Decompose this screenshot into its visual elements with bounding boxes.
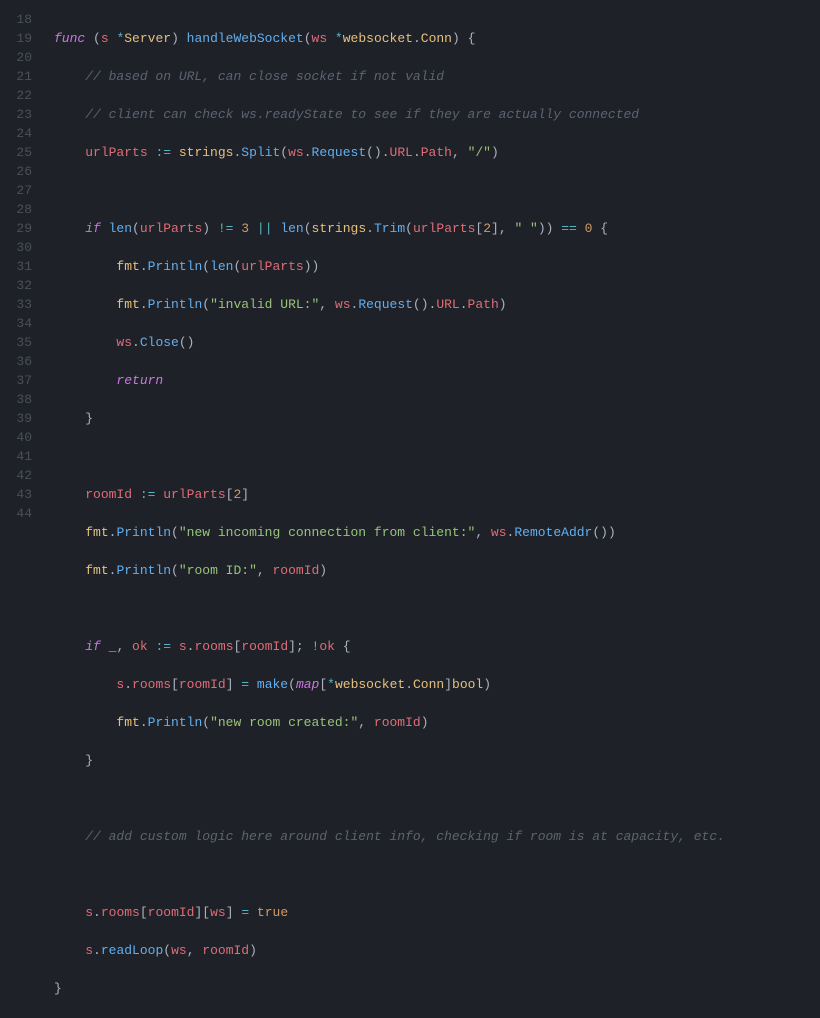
code-line bbox=[54, 865, 820, 884]
code-editor[interactable]: 1819202122232425262728293031323334353637… bbox=[0, 10, 820, 1018]
code-line bbox=[54, 181, 820, 200]
line-number: 32 bbox=[0, 276, 32, 295]
line-number: 20 bbox=[0, 48, 32, 67]
code-line: if _, ok := s.rooms[roomId]; !ok { bbox=[54, 637, 820, 656]
code-line: if len(urlParts) != 3 || len(strings.Tri… bbox=[54, 219, 820, 238]
line-number: 27 bbox=[0, 181, 32, 200]
line-number: 29 bbox=[0, 219, 32, 238]
line-number: 42 bbox=[0, 466, 32, 485]
code-line: s.readLoop(ws, roomId) bbox=[54, 941, 820, 960]
code-line: } bbox=[54, 979, 820, 998]
code-line: func (s *Server) handleWebSocket(ws *web… bbox=[54, 29, 820, 48]
code-line: // based on URL, can close socket if not… bbox=[54, 67, 820, 86]
line-number: 40 bbox=[0, 428, 32, 447]
line-number: 34 bbox=[0, 314, 32, 333]
code-line bbox=[54, 789, 820, 808]
line-number: 22 bbox=[0, 86, 32, 105]
code-line: } bbox=[54, 409, 820, 428]
line-number: 44 bbox=[0, 504, 32, 523]
code-line: } bbox=[54, 751, 820, 770]
code-line: fmt.Println(len(urlParts)) bbox=[54, 257, 820, 276]
code-line: // add custom logic here around client i… bbox=[54, 827, 820, 846]
code-line: fmt.Println("invalid URL:", ws.Request()… bbox=[54, 295, 820, 314]
line-number: 37 bbox=[0, 371, 32, 390]
line-number: 39 bbox=[0, 409, 32, 428]
line-number: 21 bbox=[0, 67, 32, 86]
code-content[interactable]: func (s *Server) handleWebSocket(ws *web… bbox=[40, 10, 820, 1018]
line-number: 24 bbox=[0, 124, 32, 143]
line-number: 36 bbox=[0, 352, 32, 371]
code-line bbox=[54, 447, 820, 466]
code-line: fmt.Println("new incoming connection fro… bbox=[54, 523, 820, 542]
line-number: 38 bbox=[0, 390, 32, 409]
line-number: 19 bbox=[0, 29, 32, 48]
code-line: s.rooms[roomId] = make(map[*websocket.Co… bbox=[54, 675, 820, 694]
line-number: 18 bbox=[0, 10, 32, 29]
code-line: ws.Close() bbox=[54, 333, 820, 352]
code-line: // client can check ws.readyState to see… bbox=[54, 105, 820, 124]
code-line bbox=[54, 599, 820, 618]
line-number: 33 bbox=[0, 295, 32, 314]
code-line: roomId := urlParts[2] bbox=[54, 485, 820, 504]
line-number: 41 bbox=[0, 447, 32, 466]
line-number: 43 bbox=[0, 485, 32, 504]
code-line: return bbox=[54, 371, 820, 390]
code-line: fmt.Println("room ID:", roomId) bbox=[54, 561, 820, 580]
line-number: 31 bbox=[0, 257, 32, 276]
code-line: fmt.Println("new room created:", roomId) bbox=[54, 713, 820, 732]
line-number: 23 bbox=[0, 105, 32, 124]
line-number: 26 bbox=[0, 162, 32, 181]
code-line: urlParts := strings.Split(ws.Request().U… bbox=[54, 143, 820, 162]
line-number: 35 bbox=[0, 333, 32, 352]
code-line: s.rooms[roomId][ws] = true bbox=[54, 903, 820, 922]
line-number: 30 bbox=[0, 238, 32, 257]
line-number-gutter: 1819202122232425262728293031323334353637… bbox=[0, 10, 40, 1018]
line-number: 28 bbox=[0, 200, 32, 219]
line-number: 25 bbox=[0, 143, 32, 162]
